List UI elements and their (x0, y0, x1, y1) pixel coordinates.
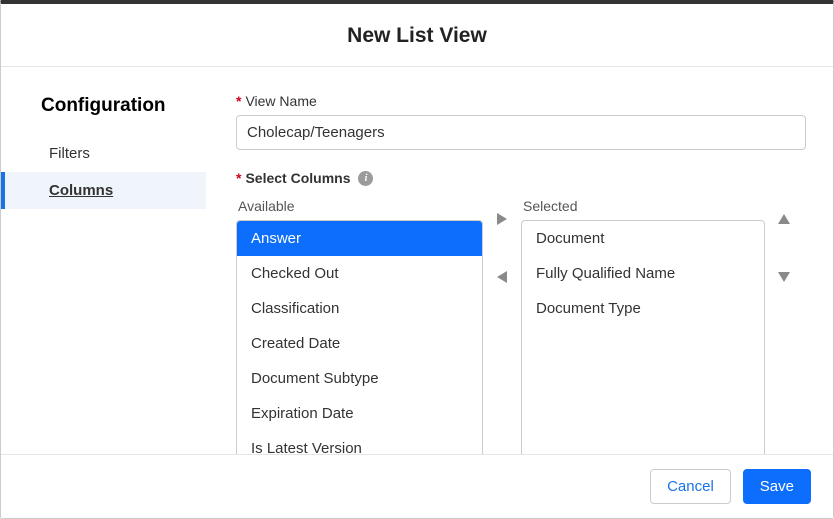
available-listbox[interactable]: AnswerChecked OutClassificationCreated D… (236, 220, 483, 454)
modal-body: Configuration Filters Columns * View Nam… (1, 67, 833, 454)
selected-header: Selected (521, 198, 765, 214)
main-panel: * View Name * Select Columns i Available… (236, 67, 833, 454)
view-name-input[interactable] (236, 115, 806, 150)
available-item[interactable]: Classification (237, 291, 482, 326)
view-name-label: View Name (245, 93, 316, 109)
required-asterisk: * (236, 170, 241, 186)
select-columns-label: Select Columns (245, 170, 350, 186)
available-item[interactable]: Answer (237, 221, 482, 256)
available-item[interactable]: Checked Out (237, 256, 482, 291)
move-down-button[interactable] (775, 268, 793, 286)
move-right-button[interactable] (493, 210, 511, 228)
nav-item-label: Columns (49, 182, 113, 199)
available-header: Available (236, 198, 483, 214)
configuration-heading: Configuration (41, 95, 206, 117)
nav-item-columns[interactable]: Columns (1, 172, 206, 209)
move-up-button[interactable] (775, 210, 793, 228)
configuration-sidebar: Configuration Filters Columns (1, 67, 236, 454)
info-icon[interactable]: i (358, 171, 373, 186)
new-list-view-modal: New List View Configuration Filters Colu… (0, 0, 834, 519)
selected-listbox[interactable]: DocumentFully Qualified NameDocument Typ… (521, 220, 765, 454)
configuration-nav: Filters Columns (1, 135, 206, 209)
available-item[interactable]: Document Subtype (237, 361, 482, 396)
view-name-label-row: * View Name (236, 93, 807, 109)
required-asterisk: * (236, 93, 241, 109)
move-left-button[interactable] (493, 268, 511, 286)
nav-item-label: Filters (49, 145, 90, 162)
view-name-group: * View Name (236, 93, 807, 150)
arrow-up-icon (778, 214, 790, 224)
arrow-right-icon (497, 213, 507, 225)
select-columns-group: * Select Columns i (236, 170, 807, 192)
selected-item[interactable]: Fully Qualified Name (522, 256, 764, 291)
selected-column-section: Selected DocumentFully Qualified NameDoc… (521, 198, 765, 454)
select-columns-label-row: * Select Columns i (236, 170, 807, 186)
dual-list-picker: Available AnswerChecked OutClassificatio… (236, 198, 807, 454)
save-button[interactable]: Save (743, 469, 811, 504)
available-item[interactable]: Created Date (237, 326, 482, 361)
modal-footer: Cancel Save (1, 454, 833, 518)
nav-item-filters[interactable]: Filters (1, 135, 206, 172)
cancel-button[interactable]: Cancel (650, 469, 731, 504)
available-item[interactable]: Expiration Date (237, 396, 482, 431)
move-buttons (491, 198, 513, 286)
modal-header: New List View (1, 4, 833, 67)
reorder-buttons (773, 198, 795, 286)
selected-item[interactable]: Document Type (522, 291, 764, 326)
available-item[interactable]: Is Latest Version (237, 431, 482, 454)
arrow-left-icon (497, 271, 507, 283)
selected-item[interactable]: Document (522, 221, 764, 256)
available-column-section: Available AnswerChecked OutClassificatio… (236, 198, 483, 454)
arrow-down-icon (778, 272, 790, 282)
modal-title: New List View (1, 24, 833, 48)
